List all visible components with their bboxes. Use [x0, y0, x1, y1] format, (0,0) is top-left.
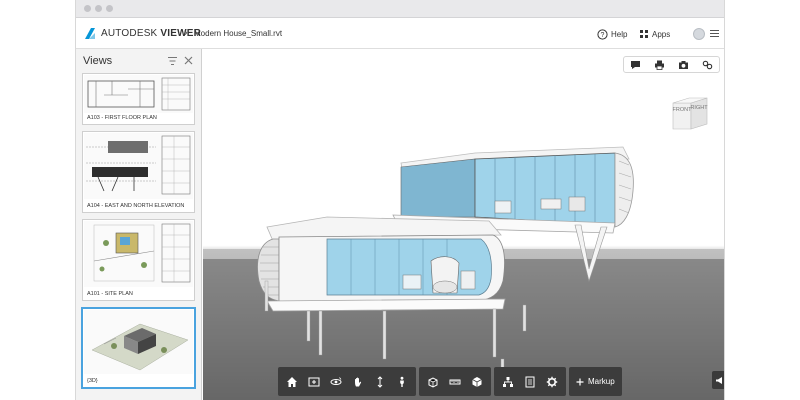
elevation-thumbnail [84, 133, 193, 199]
menu-icon[interactable] [710, 29, 719, 38]
3d-viewport[interactable]: FRONT RIGHT Markup [203, 49, 725, 400]
print-icon[interactable] [654, 59, 666, 71]
window-dot-icon[interactable] [95, 5, 102, 12]
window-dot-icon[interactable] [106, 5, 113, 12]
view-label: A103 - FIRST FLOOR PLAN [87, 115, 157, 121]
window-dot-icon[interactable] [84, 5, 91, 12]
settings-icon[interactable] [541, 371, 563, 393]
app-window: AUTODESK VIEWER › Modern House_Small.rvt… [75, 0, 725, 400]
svg-text:?: ? [601, 32, 605, 39]
help-button[interactable]: ? Help [597, 27, 627, 41]
view-label: A104 - EAST AND NORTH ELEVATION [87, 203, 185, 209]
pan-icon[interactable] [347, 371, 369, 393]
megaphone-icon [715, 376, 722, 384]
close-icon[interactable] [184, 56, 193, 65]
section-icon[interactable] [422, 371, 444, 393]
home-icon[interactable] [281, 371, 303, 393]
help-icon: ? [597, 28, 608, 40]
viewer-toolbar: Markup [278, 367, 659, 396]
breadcrumb-separator: › [184, 27, 188, 39]
markup-label: Markup [588, 377, 615, 386]
floor-plan-thumbnail [84, 75, 193, 113]
link-icon[interactable] [701, 59, 713, 71]
app-header: AUTODESK VIEWER › Modern House_Small.rvt… [76, 18, 724, 49]
views-panel: Views A103 - FIRST FLOOR PLAN A104 - EAS… [76, 49, 202, 400]
view-thumbnail-selected[interactable]: {3D} [82, 308, 195, 388]
house-model[interactable] [203, 49, 725, 400]
measure-icon[interactable] [444, 371, 466, 393]
viewcube-front-label: FRONT [673, 107, 693, 113]
3d-view-thumbnail [84, 310, 193, 374]
fit-view-icon[interactable] [303, 371, 325, 393]
analysis-tools [419, 367, 491, 396]
markup-button[interactable]: Markup [569, 367, 622, 396]
viewcube-right-label: RIGHT [690, 105, 708, 111]
view-thumbnail[interactable]: A104 - EAST AND NORTH ELEVATION [82, 131, 195, 213]
model-tools [494, 367, 566, 396]
comment-icon[interactable] [630, 59, 642, 71]
filter-icon[interactable] [168, 57, 177, 65]
view-label: {3D} [87, 378, 98, 384]
model-browser-icon[interactable] [497, 371, 519, 393]
viewer-top-tools [623, 56, 720, 73]
view-label: A101 - SITE PLAN [87, 291, 133, 297]
apps-button[interactable]: Apps [639, 27, 670, 41]
navigation-tools [278, 367, 416, 396]
autodesk-logo-icon [85, 28, 95, 39]
zoom-icon[interactable] [369, 371, 391, 393]
browser-chrome [76, 0, 724, 18]
properties-icon[interactable] [519, 371, 541, 393]
avatar[interactable] [693, 28, 705, 40]
viewcube[interactable]: FRONT RIGHT [670, 94, 710, 132]
brand-name: AUTODESK [101, 28, 158, 39]
camera-icon[interactable] [677, 59, 689, 71]
apps-grid-icon [640, 30, 648, 38]
orbit-icon[interactable] [325, 371, 347, 393]
announcement-button[interactable] [712, 371, 724, 389]
site-plan-thumbnail [84, 221, 193, 287]
views-panel-title: Views [83, 55, 113, 67]
help-label: Help [611, 29, 628, 39]
view-thumbnail[interactable]: A103 - FIRST FLOOR PLAN [82, 73, 195, 125]
file-name[interactable]: Modern House_Small.rvt [194, 29, 282, 38]
apps-label: Apps [652, 29, 671, 39]
plus-icon [576, 378, 584, 385]
first-person-icon[interactable] [391, 371, 413, 393]
view-thumbnail[interactable]: A101 - SITE PLAN [82, 219, 195, 301]
explode-icon[interactable] [466, 371, 488, 393]
